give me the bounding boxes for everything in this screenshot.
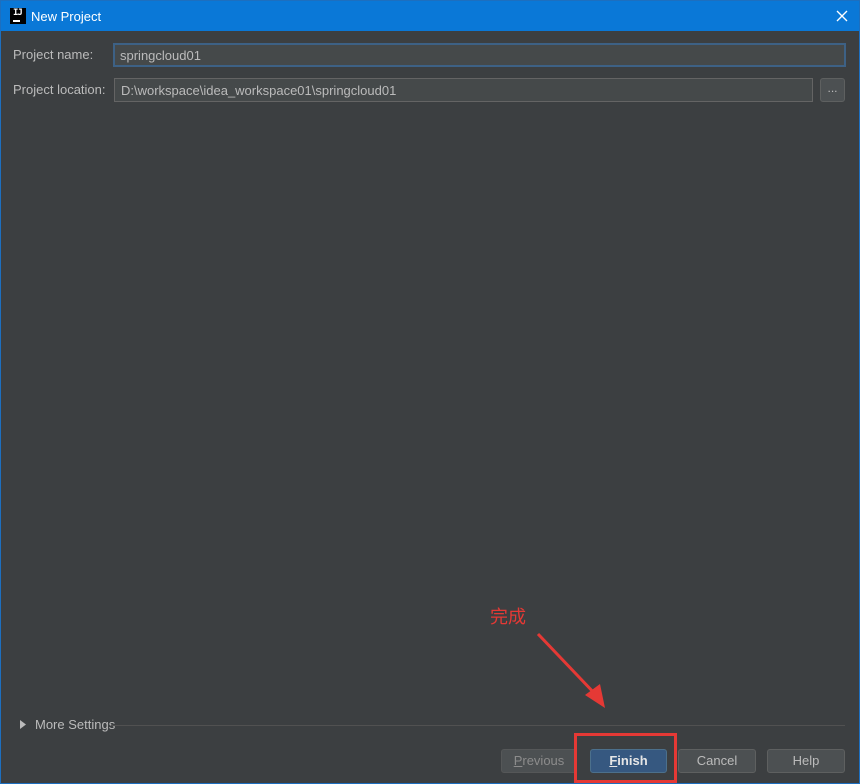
- finish-button[interactable]: Finish: [590, 749, 667, 773]
- project-location-label: Project location:: [13, 82, 106, 97]
- more-settings-divider: [111, 725, 845, 726]
- project-location-input[interactable]: [114, 78, 813, 102]
- expand-triangle-icon: [20, 720, 26, 729]
- app-icon-letters: IJ: [13, 8, 23, 18]
- project-name-label: Project name:: [13, 47, 94, 62]
- annotation-arrow: [536, 632, 605, 708]
- more-settings-toggle[interactable]: More Settings: [19, 717, 115, 732]
- help-button[interactable]: Help: [767, 749, 845, 773]
- intellij-app-icon: IJ: [10, 8, 26, 24]
- previous-button[interactable]: Previous: [501, 749, 577, 773]
- new-project-dialog: IJ New Project Project name: Project loc…: [0, 0, 860, 784]
- title-bar[interactable]: IJ New Project: [1, 1, 859, 31]
- more-settings-label: More Settings: [35, 717, 116, 732]
- project-name-input[interactable]: [113, 43, 846, 67]
- cancel-button[interactable]: Cancel: [678, 749, 756, 773]
- close-icon[interactable]: [831, 5, 853, 27]
- window-title: New Project: [31, 8, 102, 24]
- annotation-label: 完成: [490, 607, 526, 628]
- browse-location-button[interactable]: ...: [820, 78, 845, 102]
